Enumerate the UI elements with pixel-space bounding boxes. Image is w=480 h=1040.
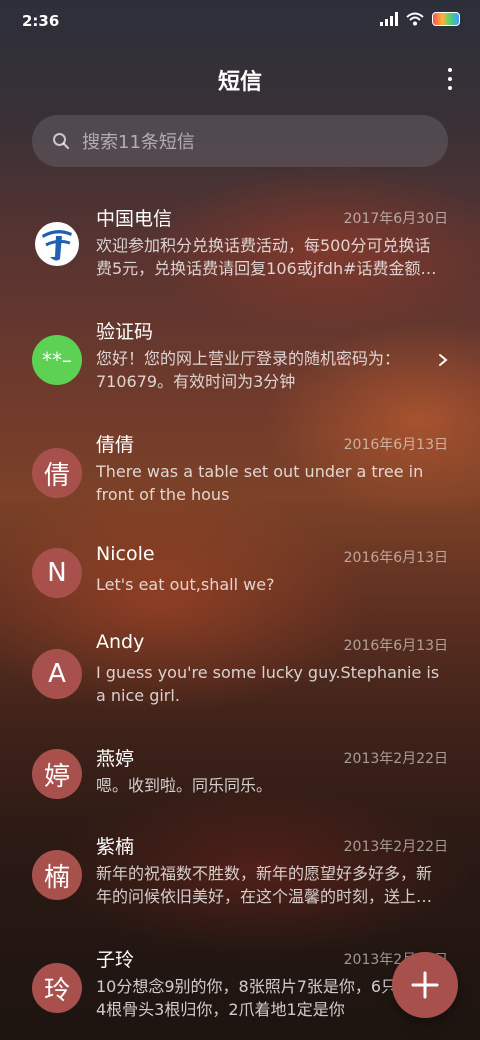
message-item[interactable]: A Andy 2016年6月13日 I guess you're some lucky… (0, 617, 480, 730)
app-header: 短信 (0, 58, 480, 102)
message-date: 2016年6月13日 (343, 437, 448, 453)
message-preview: 欢迎参加积分兑换话费活动，每500分可兑换话费5元，兑换话费请回复106或jfd… (96, 236, 437, 278)
sender-name: 紫楠 (96, 836, 135, 858)
sender-name: 子玲 (96, 949, 135, 971)
search-icon (53, 133, 70, 150)
contact-avatar: **– (32, 335, 82, 385)
wifi-icon (406, 12, 424, 26)
signal-icon (380, 12, 398, 26)
message-item[interactable]: N Nicole 2016年6月13日 Let's eat out,shall we? (0, 529, 480, 617)
message-date: 2013年2月22日 (343, 839, 448, 855)
message-item[interactable]: 中国电信 2017年6月30日欢迎参加积分兑换话费活动，每500分可兑换话费5元，… (0, 190, 480, 303)
message-preview: 嗯。收到啦。同乐同乐。 (96, 776, 273, 795)
contact-avatar: 玲 (32, 963, 82, 1013)
message-preview: Let's eat out,shall we? (96, 575, 275, 594)
message-date: 2016年6月13日 (343, 638, 448, 654)
message-item[interactable]: 楠紫楠 2013年2月22日新年的祝福数不胜数，新年的愿望好多好多，新年的问候依旧… (0, 818, 480, 931)
contact-avatar: 楠 (32, 850, 82, 900)
message-date: 2013年2月22日 (343, 751, 448, 767)
battery-icon (432, 12, 460, 26)
message-item[interactable]: 婷燕婷 2013年2月22日嗯。收到啦。同乐同乐。 (0, 730, 480, 818)
sender-name: Nicole (96, 543, 155, 565)
more-vertical-icon[interactable] (446, 68, 454, 90)
message-list: 中国电信 2017年6月30日欢迎参加积分兑换话费活动，每500分可兑换话费5元，… (0, 190, 480, 1040)
status-time: 2:36 (22, 12, 60, 30)
page-title: 短信 (217, 70, 262, 95)
message-date: 2017年6月30日 (343, 211, 448, 227)
messages-screen: 2:36 短信 搜索11条短信 中国电信 2017年6月30日欢迎参加积分兑换话费… (0, 0, 480, 1040)
message-preview: There was a table set out under a tree i… (96, 462, 424, 504)
sender-name: 中国电信 (96, 208, 173, 230)
search-input[interactable]: 搜索11条短信 (82, 128, 195, 154)
plus-icon (411, 971, 439, 999)
sender-name: 验证码 (96, 321, 154, 343)
contact-avatar: A (32, 649, 82, 699)
message-preview: 您好！您的网上营业厅登录的随机密码为：710679。有效时间为3分钟 (96, 349, 401, 391)
search-bar[interactable]: 搜索11条短信 (32, 115, 448, 167)
status-bar: 2:36 (0, 0, 480, 44)
message-preview: I guess you're some lucky guy.Stephanie … (96, 663, 440, 705)
compose-button[interactable] (392, 952, 458, 1018)
message-preview: 新年的祝福数不胜数，新年的愿望好多好多，新年的问候依旧美好，在这个温馨的时刻，送… (96, 864, 433, 906)
contact-avatar: 婷 (32, 749, 82, 799)
contact-avatar: 倩 (32, 448, 82, 498)
sender-name: Andy (96, 631, 145, 653)
contact-avatar: N (32, 548, 82, 598)
message-date: 2016年6月13日 (343, 550, 448, 566)
sender-name: 倩倩 (96, 434, 135, 456)
sender-name: 燕婷 (96, 748, 135, 770)
telecom-logo-avatar (32, 219, 82, 269)
message-item[interactable]: 倩倩倩 2016年6月13日 There was a table set out u… (0, 416, 480, 529)
status-icons (380, 12, 460, 26)
message-item[interactable]: **– 验证码您好！您的网上营业厅登录的随机密码为：710679。有效时间为3分钟 (0, 303, 480, 416)
